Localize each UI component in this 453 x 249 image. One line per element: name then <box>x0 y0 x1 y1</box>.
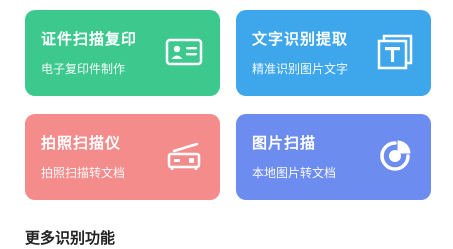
text-recognition-icon <box>375 32 415 72</box>
image-scan-card[interactable]: 图片扫描 本地图片转文档 <box>236 114 431 200</box>
card-subtitle: 拍照扫描转文档 <box>41 166 126 180</box>
scanner-icon <box>164 136 204 176</box>
card-title: 证件扫描复印 <box>41 30 138 48</box>
photo-scanner-card[interactable]: 拍照扫描仪 拍照扫描转文档 <box>25 114 220 200</box>
card-subtitle: 本地图片转文档 <box>252 166 337 180</box>
id-card-icon <box>164 32 204 72</box>
id-scan-copy-card[interactable]: 证件扫描复印 电子复印件制作 <box>25 10 220 96</box>
card-title: 图片扫描 <box>252 134 317 152</box>
card-title: 文字识别提取 <box>252 30 349 48</box>
card-subtitle: 电子复印件制作 <box>41 62 126 76</box>
card-subtitle: 精准识别图片文字 <box>252 62 349 76</box>
text-recognition-card[interactable]: 文字识别提取 精准识别图片文字 <box>236 10 431 96</box>
card-title: 拍照扫描仪 <box>41 134 122 152</box>
section-title: 更多识别功能 <box>25 229 116 247</box>
pie-chart-icon <box>375 136 415 176</box>
